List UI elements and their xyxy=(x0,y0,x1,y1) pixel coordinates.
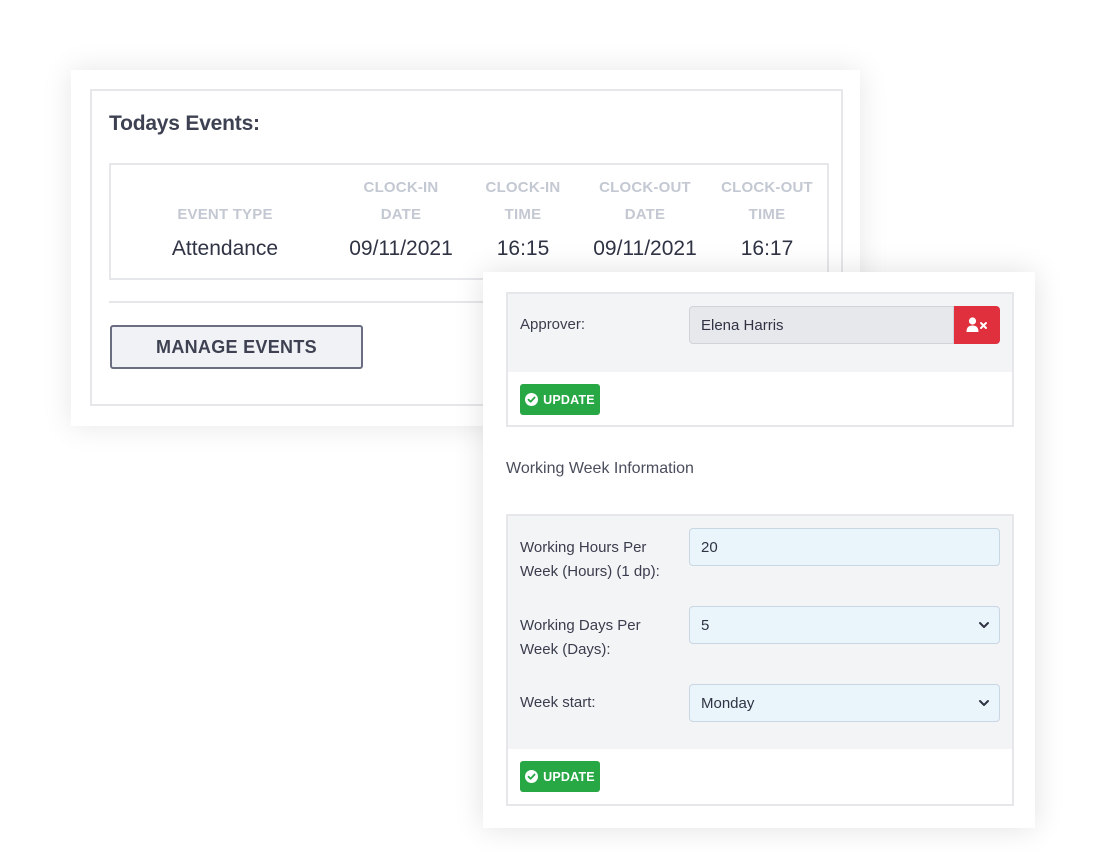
week-start-value: Monday xyxy=(701,694,755,712)
chevron-down-icon xyxy=(979,622,989,628)
clock-in-date-value: 09/11/2021 xyxy=(349,237,453,260)
clock-out-date-value: 09/11/2021 xyxy=(593,237,697,260)
event-type-value: Attendance xyxy=(171,237,279,260)
column-header-clock-out-date: CLOCK-OUT DATE xyxy=(599,179,691,223)
working-hours-value: 20 xyxy=(701,538,718,556)
remove-approver-button[interactable] xyxy=(954,306,1000,344)
approver-panel-body: Approver: Elena Harris xyxy=(508,294,1012,372)
working-days-select[interactable]: 5 xyxy=(689,606,1000,644)
settings-card: Approver: Elena Harris UPDATE Working We… xyxy=(483,272,1035,828)
approver-panel: Approver: Elena Harris UPDATE xyxy=(506,292,1014,427)
check-circle-icon xyxy=(525,393,539,406)
user-remove-icon xyxy=(966,317,987,332)
clock-in-time-value: 16:15 xyxy=(496,237,550,260)
working-hours-input[interactable]: 20 xyxy=(689,528,1000,566)
working-days-label: Working Days Per Week (Days): xyxy=(520,617,641,658)
working-hours-label: Working Hours Per Week (Hours) (1 dp): xyxy=(520,539,660,580)
working-week-panel-body: Working Hours Per Week (Hours) (1 dp): 2… xyxy=(508,516,1012,749)
todays-events-title: Todays Events: xyxy=(109,112,260,135)
column-header-event-type: EVENT TYPE xyxy=(177,206,273,223)
approver-update-button[interactable]: UPDATE xyxy=(520,384,600,415)
working-week-update-button[interactable]: UPDATE xyxy=(520,761,600,792)
week-start-select[interactable]: Monday xyxy=(689,684,1000,722)
clock-out-time-value: 16:17 xyxy=(740,237,794,260)
approver-label: Approver: xyxy=(520,316,586,333)
manage-events-button[interactable]: MANAGE EVENTS xyxy=(110,325,363,369)
week-start-label: Week start: xyxy=(520,694,596,711)
column-header-clock-in-time: CLOCK-IN TIME xyxy=(485,179,561,223)
working-week-panel: Working Hours Per Week (Hours) (1 dp): 2… xyxy=(506,514,1014,806)
working-days-value: 5 xyxy=(701,616,710,634)
column-header-clock-out-time: CLOCK-OUT TIME xyxy=(721,179,813,223)
approver-field[interactable]: Elena Harris xyxy=(689,306,954,344)
column-header-clock-in-date: CLOCK-IN DATE xyxy=(363,179,439,223)
approver-value: Elena Harris xyxy=(701,316,784,334)
working-week-section-title: Working Week Information xyxy=(506,460,694,477)
chevron-down-icon xyxy=(979,700,989,706)
events-table: EVENT TYPE Attendance CLOCK-IN DATE 09/11… xyxy=(109,163,829,280)
check-circle-icon xyxy=(525,770,539,783)
